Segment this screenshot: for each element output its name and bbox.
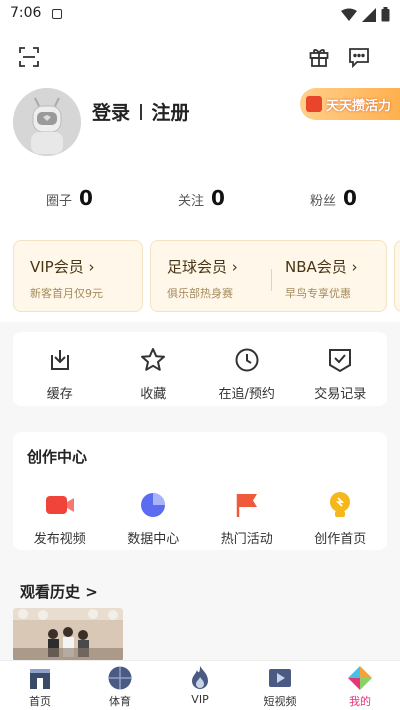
tab-short-video[interactable]: 短视频: [240, 661, 320, 710]
status-time: 7:06: [10, 5, 42, 21]
membership-card-peek: [394, 240, 400, 312]
message-icon[interactable]: [348, 46, 370, 68]
flag-icon: [236, 494, 257, 517]
battery-icon: [381, 7, 390, 22]
tab-vip[interactable]: VIP: [160, 661, 240, 710]
action-label: 交易记录: [314, 387, 367, 402]
creator-data-center[interactable]: 数据中心: [107, 490, 201, 547]
creator-center-panel: 创作中心 发布视频 数据中心 热门活动 创作首页: [13, 432, 387, 550]
vip-subtitle: 新客首月仅9元: [30, 287, 103, 300]
tab-label: 短视频: [263, 695, 297, 708]
promo-gift-icon: [306, 96, 322, 112]
status-bar: 7:06: [0, 0, 400, 28]
creator-publish-video[interactable]: 发布视频: [13, 490, 107, 547]
signal-icon: [362, 7, 376, 22]
promo-banner[interactable]: 天天攒活力: [300, 88, 400, 120]
membership-divider: [271, 269, 272, 291]
stat-label: 圈子: [46, 194, 73, 209]
divider: [140, 103, 142, 120]
creator-center-title: 创作中心: [27, 448, 88, 466]
football-title[interactable]: 足球会员 ›: [167, 256, 238, 277]
creator-label: 发布视频: [33, 532, 86, 547]
video-thumbnail-image: [13, 608, 123, 662]
bottom-tab-bar: 首页 体育 VIP 短视频 我的: [0, 660, 400, 710]
profile-icon: [348, 666, 372, 690]
creator-center-grid: 发布视频 数据中心 热门活动 创作首页: [13, 490, 387, 547]
action-transactions[interactable]: 交易记录: [294, 345, 388, 402]
wifi-icon: [341, 8, 357, 21]
quick-actions-panel: 缓存 收藏 在追/预约 交易记录: [13, 332, 387, 406]
tab-label: VIP: [191, 693, 209, 706]
football-subtitle: 俱乐部热身赛: [167, 287, 233, 300]
sports-icon: [108, 666, 132, 690]
creator-home[interactable]: 创作首页: [294, 490, 388, 547]
promo-label: 天天攒活力: [326, 98, 392, 114]
action-label: 收藏: [140, 387, 167, 402]
receipt-icon: [329, 349, 352, 373]
history-thumbnail[interactable]: [13, 608, 123, 662]
robot-avatar-icon: [13, 88, 81, 156]
stat-value: 0: [211, 186, 225, 210]
tab-me[interactable]: 我的: [320, 661, 400, 710]
short-video-icon: [269, 669, 291, 687]
scan-icon[interactable]: [18, 46, 40, 68]
creator-label: 创作首页: [314, 532, 367, 547]
action-label: 缓存: [46, 387, 73, 402]
action-favorites[interactable]: 收藏: [107, 345, 201, 402]
stat-followers[interactable]: 粉丝 0: [310, 186, 357, 210]
action-following-reservations[interactable]: 在追/预约: [200, 345, 294, 402]
star-icon: [141, 348, 166, 371]
action-label: 在追/预约: [218, 387, 275, 402]
stat-label: 粉丝: [310, 194, 337, 209]
stat-value: 0: [79, 186, 93, 210]
gift-icon[interactable]: [308, 46, 330, 68]
avatar[interactable]: [13, 88, 81, 156]
creator-label: 数据中心: [127, 532, 180, 547]
sports-membership-card: 足球会员 › 俱乐部热身赛 NBA会员 › 早鸟专享优惠: [150, 240, 387, 312]
vip-title: VIP会员 ›: [30, 258, 95, 276]
quick-actions-grid: 缓存 收藏 在追/预约 交易记录: [13, 345, 387, 402]
tab-sports[interactable]: 体育: [80, 661, 160, 710]
watch-history-link[interactable]: 观看历史 >: [20, 581, 98, 602]
nba-title[interactable]: NBA会员 ›: [285, 256, 358, 277]
clock-icon: [235, 348, 259, 372]
stats-row: 圈子 0 关注 0 粉丝 0: [0, 164, 400, 232]
creator-label: 热门活动: [220, 532, 273, 547]
nba-subtitle: 早鸟专享优惠: [285, 287, 351, 300]
video-camera-icon: [45, 496, 74, 514]
action-download[interactable]: 缓存: [13, 345, 107, 402]
membership-row: VIP会员 › 新客首月仅9元 足球会员 › 俱乐部热身赛 NBA会员 › 早鸟…: [0, 232, 400, 322]
vip-membership-card[interactable]: VIP会员 › 新客首月仅9元: [13, 240, 143, 312]
register-link[interactable]: 注册: [152, 98, 190, 125]
top-bar: [0, 28, 400, 88]
login-link[interactable]: 登录: [92, 98, 130, 125]
download-icon: [50, 350, 69, 370]
login-register: 登录 注册: [92, 98, 190, 125]
stat-label: 关注: [178, 194, 205, 209]
creator-hot-events[interactable]: 热门活动: [200, 490, 294, 547]
system-icons: [341, 7, 390, 22]
vip-flame-icon: [192, 666, 208, 689]
tab-label: 我的: [349, 695, 371, 708]
tab-label: 体育: [109, 695, 131, 708]
pie-chart-icon: [141, 493, 166, 517]
profile-header: 登录 注册 天天攒活力: [0, 88, 400, 164]
a-icon: [52, 9, 62, 19]
tab-label: 首页: [29, 695, 51, 708]
lightbulb-icon: [330, 492, 351, 517]
stat-following[interactable]: 关注 0: [178, 186, 225, 210]
home-icon: [30, 669, 50, 689]
stat-circles[interactable]: 圈子 0: [46, 186, 93, 210]
stat-value: 0: [343, 186, 357, 210]
tab-home[interactable]: 首页: [0, 661, 80, 710]
